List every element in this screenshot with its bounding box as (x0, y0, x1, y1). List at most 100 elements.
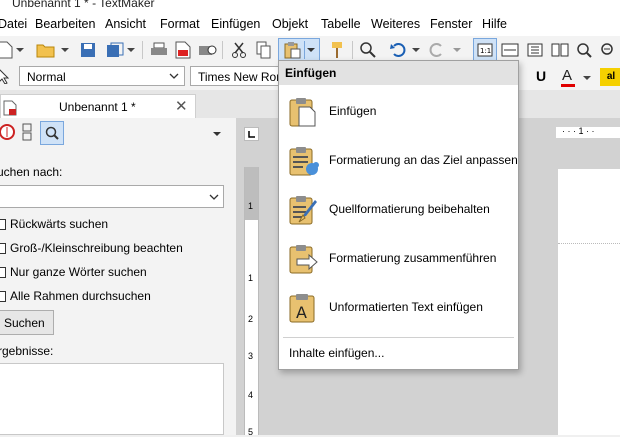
fit-width-icon[interactable] (499, 39, 521, 61)
chevron-down-icon[interactable] (453, 46, 461, 54)
menu-item-keep-source[interactable]: Quellformatierung beibehalten (279, 187, 518, 233)
document-page[interactable] (558, 169, 620, 435)
chevron-down-icon[interactable] (583, 74, 591, 82)
horizontal-ruler[interactable]: · · · 1 · · (556, 126, 620, 138)
menu-item-paste-special[interactable]: Inhalte einfügen... (289, 346, 384, 360)
menu-separator (283, 337, 514, 338)
chevron-down-icon[interactable] (127, 46, 135, 54)
paste-icon (284, 42, 300, 59)
close-icon[interactable]: ✕ (175, 97, 188, 115)
paste-button[interactable] (278, 38, 320, 62)
menu-fenster[interactable]: Fenster (430, 17, 472, 31)
page-view-icon[interactable] (524, 39, 546, 61)
menu-bearbeiten[interactable]: Bearbeiten (35, 17, 95, 31)
two-pages-icon[interactable] (549, 39, 571, 61)
chevron-down-icon (306, 48, 315, 52)
zoom-icon[interactable] (573, 39, 595, 61)
paste-plain-text-icon: A (289, 294, 315, 323)
cut-icon[interactable] (228, 39, 250, 61)
search-tab-button[interactable] (40, 121, 64, 145)
menu-item-label: Formatierung an das Ziel anpassen (329, 153, 518, 167)
vertical-ruler[interactable]: 1 1 2 3 4 5 (244, 167, 259, 437)
menu-item-label: Quellformatierung beibehalten (329, 202, 490, 216)
menu-objekt[interactable]: Objekt (272, 17, 308, 31)
save-all-icon[interactable] (104, 39, 126, 61)
paragraph-style-value: Normal (27, 70, 66, 84)
redo-icon[interactable] (426, 39, 448, 61)
menu-bar: Datei Bearbeiten Ansicht Format Einfügen… (0, 14, 620, 36)
window-title: Unbenannt 1 * - TextMaker (12, 0, 155, 10)
svg-text:1:1: 1:1 (480, 47, 491, 55)
chevron-down-icon[interactable] (16, 46, 24, 54)
menu-einfuegen[interactable]: Einfügen (211, 17, 260, 31)
checkbox-all-frames[interactable] (0, 291, 6, 302)
menu-item-merge-format[interactable]: Formatierung zusammenführen (279, 236, 518, 282)
checkbox-case-sensitive[interactable] (0, 243, 6, 254)
search-input[interactable] (0, 185, 224, 208)
pointer-icon[interactable] (0, 68, 10, 87)
menu-header: Einfügen (279, 61, 518, 85)
panel-toggle-icon[interactable] (22, 123, 32, 141)
menu-hilfe[interactable]: Hilfe (482, 17, 507, 31)
option-case-label: Groß-/Kleinschreibung beachten (10, 241, 183, 255)
results-label: rgebnisse: (0, 344, 54, 358)
chevron-down-icon[interactable] (61, 46, 69, 54)
new-document-icon[interactable] (0, 39, 16, 61)
toolbar-separator (142, 41, 143, 59)
undo-icon[interactable] (387, 39, 409, 61)
svg-text:A: A (296, 303, 307, 322)
search-icon (45, 126, 59, 140)
search-label: uchen nach: (0, 165, 63, 179)
font-color-icon[interactable]: A (561, 67, 575, 87)
option-whole-words-label: Nur ganze Wörter suchen (10, 265, 147, 279)
menu-item-match-format[interactable]: Formatierung an das Ziel anpassen (279, 138, 518, 184)
search-sidebar: uchen nach: Rückwärts suchen Groß-/Klein… (0, 118, 236, 435)
format-painter-icon[interactable] (326, 39, 348, 61)
paste-merge-format-icon (289, 245, 318, 274)
results-list[interactable] (0, 363, 224, 435)
toolbar-separator (222, 41, 223, 59)
zoom-100-icon[interactable]: 1:1 (473, 38, 497, 62)
document-icon (3, 100, 17, 119)
print-icon[interactable] (148, 39, 170, 61)
tab-title: Unbenannt 1 * (59, 100, 136, 114)
option-all-frames-label: Alle Rahmen durchsuchen (10, 289, 151, 303)
open-folder-icon[interactable] (35, 39, 57, 61)
chevron-down-icon[interactable] (213, 130, 221, 138)
pdf-export-icon[interactable] (172, 39, 194, 61)
menu-item-paste[interactable]: Einfügen (279, 89, 518, 135)
menu-item-label: Formatierung zusammenführen (329, 251, 497, 265)
menu-item-plain-text[interactable]: A Unformatierten Text einfügen (279, 285, 518, 331)
paste-options-menu: Einfügen Einfügen Formatierung an das Zi… (278, 60, 519, 370)
chevron-down-icon (169, 73, 179, 79)
toolbar-separator (352, 41, 353, 59)
print-preview-icon[interactable] (197, 39, 219, 61)
option-backwards-label: Rückwärts suchen (10, 217, 109, 231)
navigator-icon[interactable] (0, 123, 16, 141)
tab-stop-selector[interactable] (244, 127, 259, 141)
menu-format[interactable]: Format (160, 17, 200, 31)
menu-datei[interactable]: Datei (0, 17, 27, 31)
paste-keep-source-icon (289, 196, 317, 225)
save-icon[interactable] (77, 39, 99, 61)
search-button[interactable]: Suchen (0, 310, 54, 335)
copy-icon[interactable] (253, 39, 275, 61)
menu-tabelle[interactable]: Tabelle (321, 17, 361, 31)
tab-document[interactable]: Unbenannt 1 * ✕ (0, 94, 196, 118)
checkbox-backwards[interactable] (0, 219, 6, 230)
font-family-value: Times New Rom (198, 70, 282, 84)
menu-item-label: Unformatierten Text einfügen (329, 300, 483, 314)
highlight-color-icon[interactable]: al (600, 68, 620, 86)
paragraph-style-select[interactable]: Normal (19, 66, 185, 86)
underline-icon[interactable]: U (536, 68, 546, 84)
menu-ansicht[interactable]: Ansicht (105, 17, 146, 31)
font-family-select[interactable]: Times New Rom (190, 66, 282, 86)
chevron-down-icon[interactable] (412, 46, 420, 54)
search-icon[interactable] (357, 39, 379, 61)
zoom-out-icon[interactable] (597, 39, 619, 61)
paste-match-format-icon (289, 147, 319, 176)
checkbox-whole-words[interactable] (0, 267, 6, 278)
menu-weiteres[interactable]: Weiteres (371, 17, 420, 31)
chevron-down-icon (209, 194, 219, 200)
menu-item-label: Einfügen (329, 104, 377, 118)
